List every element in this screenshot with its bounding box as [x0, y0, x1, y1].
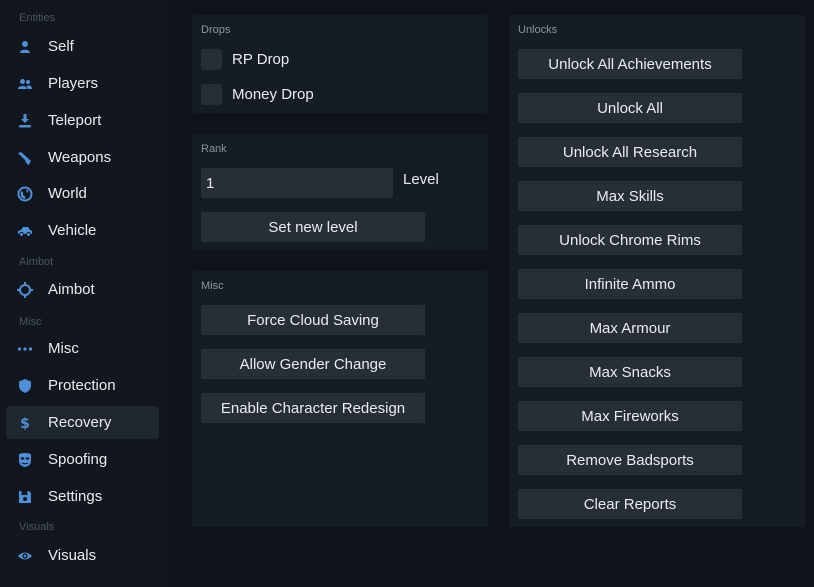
drops-panel: Drops RP Drop Money Drop: [192, 15, 488, 113]
sidebar-item-spoofing[interactable]: Spoofing: [6, 443, 159, 476]
panel-title: Unlocks: [518, 24, 558, 36]
sidebar-item-label: Misc: [48, 340, 79, 357]
unlock-chrome-rims-button[interactable]: Unlock Chrome Rims: [518, 225, 742, 255]
sidebar-item-self[interactable]: Self: [6, 30, 159, 63]
sidebar-item-label: Visuals: [48, 547, 97, 564]
sidebar-item-misc[interactable]: Misc: [6, 332, 159, 365]
level-input[interactable]: 1: [201, 168, 393, 198]
section-label-entities: Entities: [19, 12, 56, 24]
dots-icon: [16, 340, 34, 358]
rp-drop-checkbox[interactable]: [201, 49, 222, 70]
panel-title: Drops: [201, 24, 231, 36]
allow-gender-change-button[interactable]: Allow Gender Change: [201, 349, 425, 379]
max-armour-button[interactable]: Max Armour: [518, 313, 742, 343]
max-skills-button[interactable]: Max Skills: [518, 181, 742, 211]
unlocks-panel: Unlocks Unlock All Achievements Unlock A…: [509, 15, 805, 527]
sidebar-item-players[interactable]: Players: [6, 67, 159, 100]
remove-badsports-button[interactable]: Remove Badsports: [518, 445, 742, 475]
sidebar-item-label: World: [48, 185, 87, 202]
max-snacks-button[interactable]: Max Snacks: [518, 357, 742, 387]
rank-panel: Rank 1 Level Set new level: [192, 134, 488, 250]
enable-character-redesign-button[interactable]: Enable Character Redesign: [201, 393, 425, 423]
force-cloud-saving-button[interactable]: Force Cloud Saving: [201, 305, 425, 335]
section-label-visuals: Visuals: [19, 521, 55, 533]
misc-panel: Misc Force Cloud Saving Allow Gender Cha…: [192, 271, 488, 527]
gun-icon: [16, 149, 34, 167]
set-new-level-button[interactable]: Set new level: [201, 212, 425, 242]
money-drop-label: Money Drop: [232, 86, 314, 103]
sidebar-item-aimbot[interactable]: Aimbot: [6, 273, 159, 306]
sidebar-item-vehicle[interactable]: Vehicle: [6, 214, 159, 247]
sidebar-item-label: Protection: [48, 377, 116, 394]
car-icon: [16, 222, 34, 240]
sidebar-item-label: Recovery: [48, 414, 112, 431]
sidebar-item-teleport[interactable]: Teleport: [6, 104, 159, 137]
sidebar-item-world[interactable]: World: [6, 177, 159, 210]
unlock-all-button[interactable]: Unlock All: [518, 93, 742, 123]
sidebar-item-visuals[interactable]: Visuals: [6, 539, 159, 572]
sidebar-item-label: Spoofing: [48, 451, 108, 468]
sidebar-item-label: Vehicle: [48, 222, 97, 239]
globe-icon: [16, 185, 34, 203]
dollar-icon: $: [16, 414, 34, 432]
eye-icon: [16, 547, 34, 565]
person-icon: [16, 38, 34, 56]
shield-icon: [16, 377, 34, 395]
level-label: Level: [403, 171, 439, 188]
crosshair-icon: [16, 281, 34, 299]
rp-drop-label: RP Drop: [232, 51, 290, 68]
people-icon: [16, 75, 34, 93]
unlock-all-achievements-button[interactable]: Unlock All Achievements: [518, 49, 742, 79]
sidebar-item-recovery[interactable]: $ Recovery: [6, 406, 159, 439]
sidebar-item-label: Players: [48, 75, 99, 92]
sidebar-item-label: Teleport: [48, 112, 102, 129]
teleport-icon: [16, 112, 34, 130]
mask-icon: [16, 451, 34, 469]
infinite-ammo-button[interactable]: Infinite Ammo: [518, 269, 742, 299]
save-icon: [16, 488, 34, 506]
sidebar: Entities Self Players Teleport Weapons W…: [0, 0, 170, 587]
unlock-all-research-button[interactable]: Unlock All Research: [518, 137, 742, 167]
sidebar-item-label: Weapons: [48, 149, 112, 166]
sidebar-item-protection[interactable]: Protection: [6, 369, 159, 402]
sidebar-item-settings[interactable]: Settings: [6, 480, 159, 513]
panel-title: Misc: [201, 280, 224, 292]
sidebar-item-label: Aimbot: [48, 281, 95, 298]
svg-text:$: $: [20, 416, 30, 431]
money-drop-checkbox[interactable]: [201, 84, 222, 105]
sidebar-item-weapons[interactable]: Weapons: [6, 141, 159, 174]
section-label-misc: Misc: [19, 316, 42, 328]
panel-title: Rank: [201, 143, 227, 155]
section-label-aimbot: Aimbot: [19, 256, 54, 268]
sidebar-item-label: Settings: [48, 488, 103, 505]
sidebar-item-label: Self: [48, 38, 74, 55]
clear-reports-button[interactable]: Clear Reports: [518, 489, 742, 519]
max-fireworks-button[interactable]: Max Fireworks: [518, 401, 742, 431]
